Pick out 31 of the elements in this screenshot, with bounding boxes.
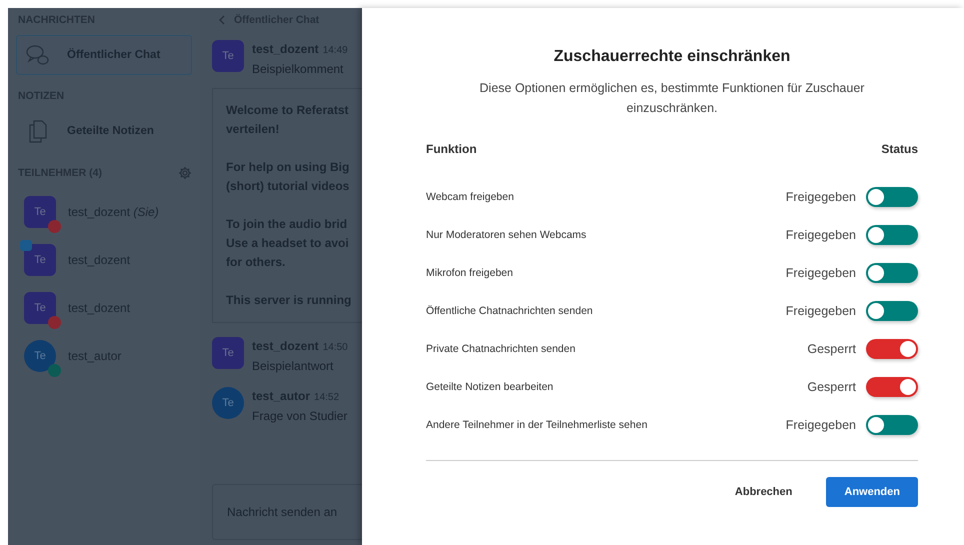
status-text: Freigegeben <box>786 190 856 204</box>
permission-label: Nur Moderatoren sehen Webcams <box>426 228 586 243</box>
status-text: Freigegeben <box>786 418 856 432</box>
column-heading: Funktion <box>426 142 477 156</box>
permission-label: Geteilte Notizen bearbeiten <box>426 380 554 395</box>
apply-button[interactable]: Anwenden <box>826 477 918 507</box>
status-text: Freigegeben <box>786 304 856 318</box>
status-text: Freigegeben <box>786 228 856 242</box>
dialog-description: Diese Optionen ermöglichen es, bestimmte Funktionen für Zuschauer einzuschränken. <box>478 80 866 117</box>
status-text: Gesperrt <box>807 380 856 394</box>
permission-label: Andere Teilnehmer in der Teilnehmerliste sehen <box>426 418 648 433</box>
toggle-switch[interactable] <box>866 225 918 245</box>
status-text: Freigegeben <box>786 266 856 280</box>
avatar: Te <box>212 387 244 419</box>
permission-label: Webcam freigeben <box>426 190 514 205</box>
avatar: Te <box>212 337 244 369</box>
toggle-switch[interactable] <box>866 263 918 283</box>
toggle-switch[interactable] <box>866 377 918 397</box>
permission-label: Mikrofon freigeben <box>426 266 513 281</box>
column-heading: Status <box>881 142 918 156</box>
permission-label: Öffentliche Chatnachrichten senden <box>426 304 593 319</box>
permission-label: Private Chatnachrichten senden <box>426 342 576 357</box>
dialog-title: Zuschauerrechte einschränken <box>552 48 792 66</box>
toggle-switch[interactable] <box>866 187 918 207</box>
back-chevron-icon <box>218 15 226 25</box>
toggle-switch[interactable] <box>866 301 918 321</box>
toggle-switch[interactable] <box>866 339 918 359</box>
status-text: Gesperrt <box>807 342 856 356</box>
toggle-switch[interactable] <box>866 415 918 435</box>
avatar: Te <box>212 40 244 72</box>
cancel-button[interactable]: Abbrechen <box>716 477 810 507</box>
